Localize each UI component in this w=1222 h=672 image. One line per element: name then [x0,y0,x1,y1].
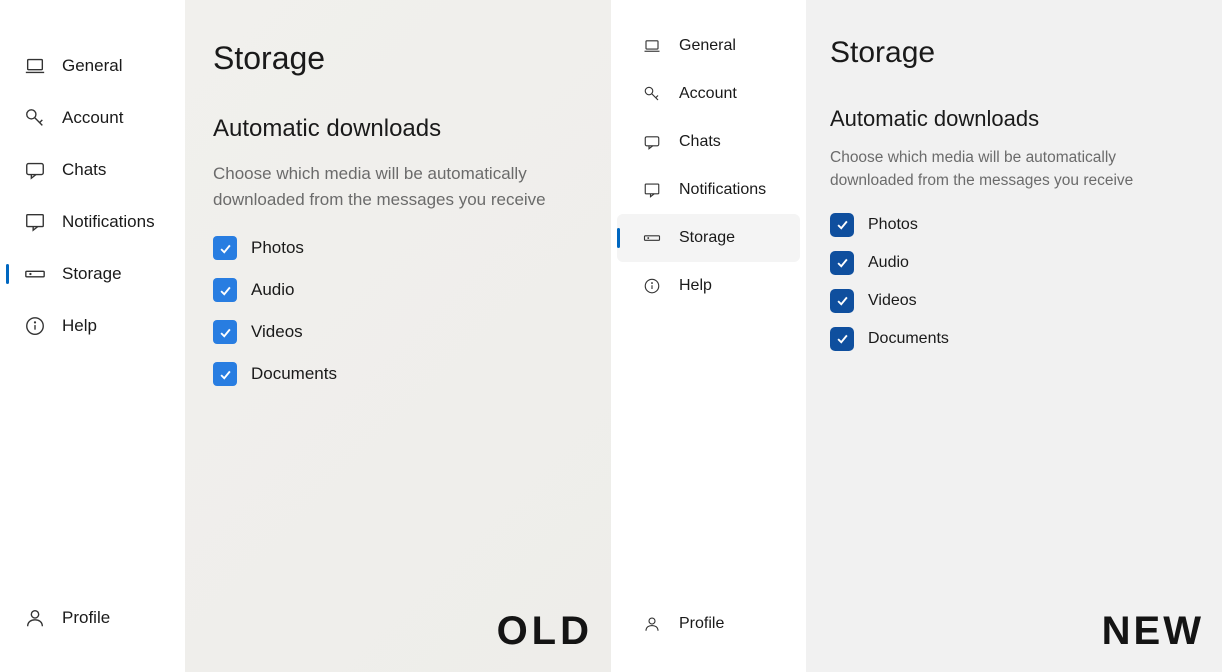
sidebar-item-help[interactable]: Help [0,300,185,352]
check-icon [835,331,850,346]
page-title: Storage [213,40,583,77]
sidebar-new: General Account Chats Notifications Stor… [611,0,806,672]
content-old: Storage Automatic downloads Choose which… [185,0,611,672]
checkbox-label: Documents [868,330,949,348]
sidebar-item-general[interactable]: General [0,40,185,92]
check-icon [218,325,233,340]
checkbox-label: Videos [868,292,917,310]
sidebar-item-label: Help [679,277,712,295]
laptop-icon [643,37,661,55]
sidebar-item-label: General [679,37,736,55]
checkbox-videos[interactable]: Videos [213,320,583,344]
storage-icon [24,263,46,285]
sidebar-item-label: Profile [679,615,724,633]
sidebar-item-chats[interactable]: Chats [611,118,806,166]
checkbox-label: Photos [868,216,918,234]
section-title: Automatic downloads [213,115,583,143]
checkbox-label: Photos [251,238,304,258]
sidebar-item-chats[interactable]: Chats [0,144,185,196]
sidebar-item-storage[interactable]: Storage [0,248,185,300]
checkbox-photos[interactable]: Photos [830,213,1198,237]
sidebar-item-label: Chats [62,160,106,180]
sidebar-footer: Profile [0,592,185,672]
checkbox-audio[interactable]: Audio [830,251,1198,275]
sidebar-items: General Account Chats Notifications Stor… [0,40,185,592]
notification-icon [643,181,661,199]
sidebar-item-label: Help [62,316,97,336]
checkbox-box[interactable] [830,251,854,275]
info-icon [643,277,661,295]
section-desc: Choose which media will be automatically… [830,146,1190,193]
section-title: Automatic downloads [830,106,1198,132]
new-panel: General Account Chats Notifications Stor… [611,0,1222,672]
old-panel: General Account Chats Notifications Stor… [0,0,611,672]
chat-icon [643,133,661,151]
checkbox-box[interactable] [213,236,237,260]
sidebar-item-account[interactable]: Account [611,70,806,118]
person-icon [24,607,46,629]
sidebar-item-label: Account [679,85,737,103]
sidebar-item-label: Storage [62,264,122,284]
checkbox-photos[interactable]: Photos [213,236,583,260]
sidebar-old: General Account Chats Notifications Stor… [0,0,185,672]
sidebar-item-label: Notifications [62,212,155,232]
sidebar-item-notifications[interactable]: Notifications [0,196,185,248]
checkbox-box[interactable] [830,213,854,237]
sidebar-items: General Account Chats Notifications Stor… [611,22,806,600]
overlay-new-label: NEW [1102,609,1204,654]
chat-icon [24,159,46,181]
check-icon [218,283,233,298]
sidebar-item-label: Storage [679,229,735,247]
sidebar-item-account[interactable]: Account [0,92,185,144]
sidebar-item-label: Profile [62,608,110,628]
storage-icon [643,229,661,247]
checkbox-label: Documents [251,364,337,384]
sidebar-item-label: Notifications [679,181,766,199]
checkbox-videos[interactable]: Videos [830,289,1198,313]
sidebar-item-label: Chats [679,133,721,151]
key-icon [24,107,46,129]
notification-icon [24,211,46,233]
checkbox-box[interactable] [830,327,854,351]
check-icon [835,255,850,270]
checkbox-audio[interactable]: Audio [213,278,583,302]
content-new: Storage Automatic downloads Choose which… [806,0,1222,672]
checkbox-box[interactable] [830,289,854,313]
overlay-old-label: OLD [497,609,593,654]
sidebar-footer: Profile [611,600,806,672]
checkbox-documents[interactable]: Documents [830,327,1198,351]
checkbox-box[interactable] [213,278,237,302]
person-icon [643,615,661,633]
sidebar-item-profile[interactable]: Profile [611,600,806,648]
sidebar-item-notifications[interactable]: Notifications [611,166,806,214]
check-icon [218,241,233,256]
checkbox-label: Audio [868,254,909,272]
checkbox-label: Videos [251,322,303,342]
sidebar-item-label: General [62,56,122,76]
sidebar-item-general[interactable]: General [611,22,806,70]
key-icon [643,85,661,103]
checkbox-label: Audio [251,280,294,300]
sidebar-item-profile[interactable]: Profile [0,592,185,644]
laptop-icon [24,55,46,77]
sidebar-item-label: Account [62,108,123,128]
check-icon [218,367,233,382]
section-desc: Choose which media will be automatically… [213,161,573,212]
sidebar-item-storage[interactable]: Storage [617,214,800,262]
info-icon [24,315,46,337]
checkbox-box[interactable] [213,362,237,386]
check-icon [835,293,850,308]
checkbox-documents[interactable]: Documents [213,362,583,386]
page-title: Storage [830,36,1198,70]
check-icon [835,217,850,232]
checkbox-box[interactable] [213,320,237,344]
sidebar-item-help[interactable]: Help [611,262,806,310]
